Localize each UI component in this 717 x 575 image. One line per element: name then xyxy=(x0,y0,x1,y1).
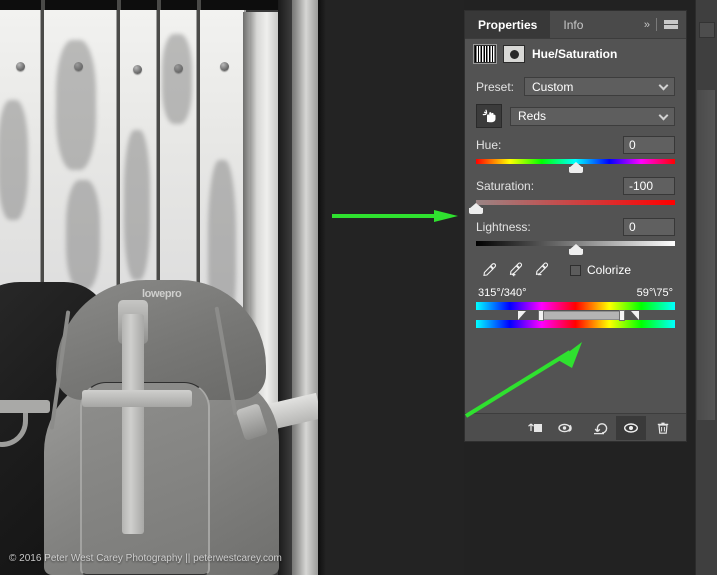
preset-label: Preset: xyxy=(476,79,515,94)
range-label-row: 315°/340° 59°\75° xyxy=(478,287,673,299)
range-left-label: 315°/340° xyxy=(478,287,527,299)
workspace-background xyxy=(318,0,464,575)
chevron-down-icon xyxy=(658,110,669,120)
saturation-value-input[interactable]: -100 xyxy=(623,177,675,195)
eyedropper-add-icon[interactable] xyxy=(502,259,528,281)
hue-slider-group: Hue: 0 xyxy=(476,136,675,173)
eyedropper-icon[interactable] xyxy=(476,259,502,281)
colorize-checkbox[interactable] xyxy=(570,264,581,276)
arrow-to-color-range-bars xyxy=(464,342,582,418)
spectrum-bar-source xyxy=(476,302,675,310)
lightness-label: Lightness: xyxy=(476,220,531,234)
canvas-shadow xyxy=(318,0,326,575)
adjustment-layer-icon[interactable] xyxy=(473,44,497,64)
lightness-value-input[interactable]: 0 xyxy=(623,218,675,236)
hue-slider-track[interactable] xyxy=(476,158,675,173)
arrow-to-saturation-slider xyxy=(332,210,458,222)
layer-mask-icon[interactable] xyxy=(503,45,525,63)
saturation-slider-group: Saturation: -100 xyxy=(469,177,675,214)
panel-tab-tools: » xyxy=(644,11,686,38)
image-canvas[interactable]: lowepro lowepro © 2016 Peter West Carey … xyxy=(0,0,318,575)
color-range-sliders[interactable] xyxy=(476,302,675,328)
range-right-label: 59°\75° xyxy=(636,287,673,299)
tab-info[interactable]: Info xyxy=(550,11,597,38)
background-shadow xyxy=(278,0,292,575)
saturation-slider-track[interactable] xyxy=(469,199,675,214)
lightness-slider-track[interactable] xyxy=(476,240,675,255)
lowepro-logo-black: lowepro xyxy=(0,472,16,484)
lightness-slider-knob[interactable] xyxy=(568,244,583,255)
hue-label: Hue: xyxy=(476,138,502,152)
hue-slider-knob[interactable] xyxy=(568,162,583,173)
range-stop-right-handle[interactable] xyxy=(619,310,626,321)
eyedropper-row: Colorize xyxy=(476,259,675,281)
lowepro-logo-grey: lowepro xyxy=(142,288,182,300)
range-falloff-left-handle[interactable] xyxy=(517,311,526,320)
delete-trash-icon[interactable] xyxy=(648,416,678,440)
tab-info-label: Info xyxy=(563,17,584,32)
eyedropper-subtract-icon[interactable] xyxy=(528,259,554,281)
range-stop-left-handle[interactable] xyxy=(537,310,544,321)
double-chevron-right-icon[interactable]: » xyxy=(644,19,650,31)
channel-value: Reds xyxy=(518,109,547,123)
hamburger-menu-icon[interactable] xyxy=(664,19,678,30)
preset-value: Custom xyxy=(532,79,574,94)
chevron-down-icon xyxy=(658,80,669,91)
page-title: Hue/Saturation xyxy=(532,47,618,61)
tab-properties[interactable]: Properties xyxy=(465,11,551,38)
visibility-eye-icon[interactable] xyxy=(616,415,646,440)
targeted-adjustment-hand-icon[interactable] xyxy=(476,104,502,128)
collapsed-panel-strip[interactable] xyxy=(697,90,715,420)
tab-properties-label: Properties xyxy=(478,17,538,32)
colorize-label: Colorize xyxy=(587,263,632,277)
photo-content: lowepro lowepro © 2016 Peter West Carey … xyxy=(0,0,318,575)
panel-body: Preset: Custom Reds Hue: 0 Saturation: -… xyxy=(465,69,686,328)
photo-watermark: © 2016 Peter West Carey Photography || p… xyxy=(9,553,282,564)
preset-select[interactable]: Custom xyxy=(524,77,675,96)
saturation-slider-knob[interactable] xyxy=(469,203,483,214)
lightness-slider-group: Lightness: 0 xyxy=(476,218,675,255)
saturation-label: Saturation: xyxy=(476,179,535,193)
preset-row: Preset: Custom xyxy=(476,77,675,96)
channel-select[interactable]: Reds xyxy=(510,106,675,126)
hue-value-input[interactable]: 0 xyxy=(623,136,675,154)
app-window: lowepro lowepro © 2016 Peter West Carey … xyxy=(0,0,717,575)
colorize-control[interactable]: Colorize xyxy=(570,263,631,277)
range-falloff-right-handle[interactable] xyxy=(631,311,640,320)
channel-row: Reds xyxy=(476,104,675,128)
saturation-gradient-bar xyxy=(476,200,675,205)
range-selection-band[interactable] xyxy=(537,311,626,320)
backpack-grey: lowepro xyxy=(44,280,279,575)
spectrum-bar-result xyxy=(476,320,675,328)
adjustment-header: Hue/Saturation xyxy=(465,39,686,69)
divider xyxy=(656,18,657,31)
dock-panel-button[interactable] xyxy=(699,22,715,38)
panel-tab-bar: Properties Info » xyxy=(465,11,686,39)
